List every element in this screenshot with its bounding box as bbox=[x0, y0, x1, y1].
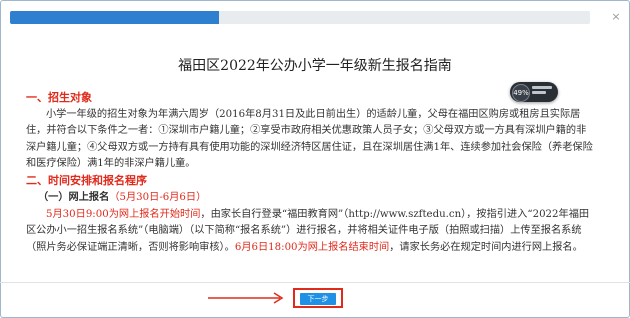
next-button-highlight: 下一步 bbox=[293, 288, 343, 308]
arrow-right-icon bbox=[208, 292, 284, 304]
next-button[interactable]: 下一步 bbox=[300, 293, 336, 305]
section-heading-enrollment: 一、招生对象 bbox=[26, 91, 92, 104]
registration-reminder: ，请家长务必在规定时间内进行网上报名。 bbox=[389, 241, 583, 253]
online-registration-text: 5月30日9:00为网上报名开始时间，由家长自行登录“福田教育网”（http:/… bbox=[26, 207, 596, 257]
section-heading-schedule: 二、时间安排和报名程序 bbox=[26, 173, 147, 187]
sub-heading-date: （5月30日-6月6日） bbox=[109, 192, 207, 203]
progress-bar bbox=[10, 11, 590, 24]
progress-fill bbox=[10, 11, 219, 24]
guide-content: 一、招生对象 小学一年级的招生对象为年满六周岁（2016年8月31日及此日前出生… bbox=[26, 90, 596, 270]
page-title: 福田区2022年公办小学一年级新生报名指南 bbox=[178, 58, 452, 74]
section-body-enrollment: 小学一年级的招生对象为年满六周岁（2016年8月31日及此日前出生）的适龄儿童，… bbox=[26, 108, 593, 170]
start-time-text: 5月30日9:00为网上报名开始时间 bbox=[46, 208, 201, 220]
end-time-text: 6月6日18:00为网上报名结束时间 bbox=[234, 241, 390, 253]
sub-heading-online: （一）网上报名（5月30日-6月6日） bbox=[26, 189, 596, 207]
close-icon[interactable]: × bbox=[609, 10, 623, 24]
sub-heading-label: （一）网上报名 bbox=[38, 191, 110, 203]
footer-divider bbox=[0, 282, 630, 283]
